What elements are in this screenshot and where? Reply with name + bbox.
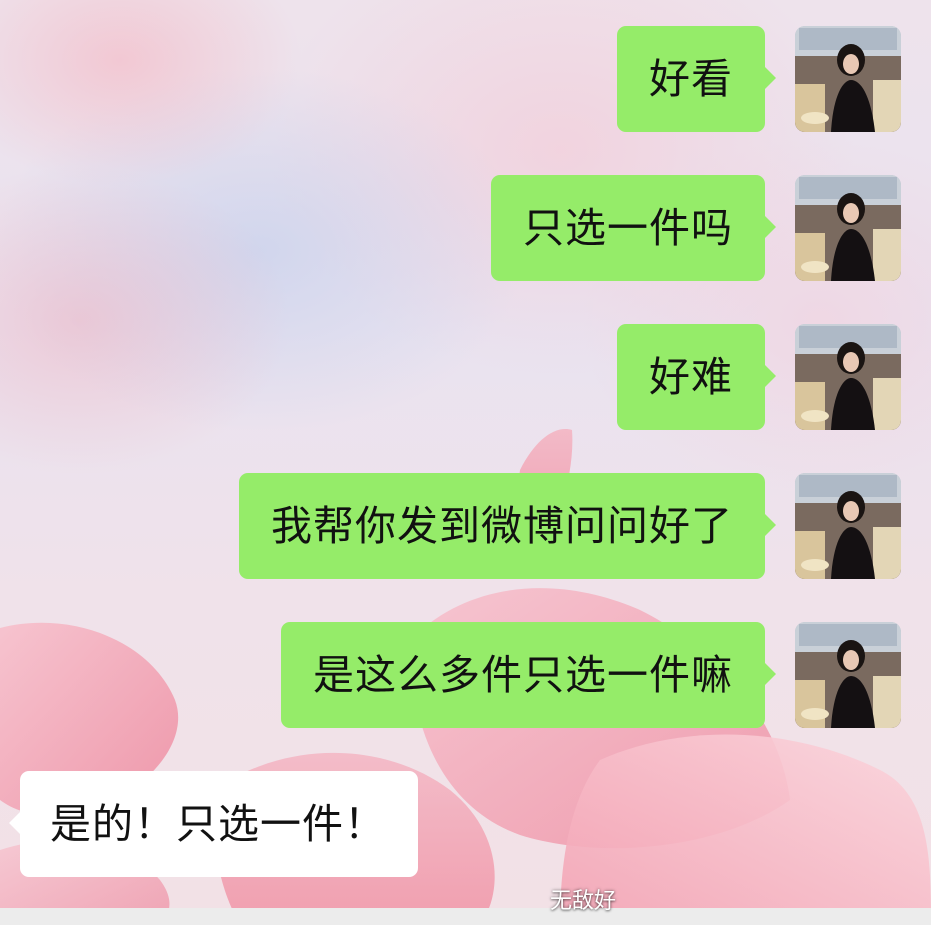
avatar-photo-icon [795,473,901,579]
outgoing-message-bubble[interactable]: 好看 [617,26,776,132]
message-row: 我帮你发到微博问问好了 [0,473,931,579]
sender-avatar[interactable] [795,324,901,430]
message-row: 好看 [0,26,931,132]
avatar-photo-icon [795,175,901,281]
outgoing-message-bubble[interactable]: 我帮你发到微博问问好了 [239,473,776,579]
message-row: 是的！只选一件！ [0,771,931,877]
incoming-message-bubble[interactable]: 是的！只选一件！ [9,771,418,877]
watermark-text: 无敌好 [550,889,617,914]
avatar-photo-icon [795,26,901,132]
message-row: 好难 [0,324,931,430]
sender-avatar[interactable] [795,175,901,281]
message-row: 是这么多件只选一件嘛 [0,622,931,728]
avatar-photo-icon [795,324,901,430]
outgoing-message-bubble[interactable]: 好难 [617,324,776,430]
outgoing-message-bubble[interactable]: 只选一件吗 [491,175,776,281]
sender-avatar[interactable] [795,26,901,132]
sender-avatar[interactable] [795,622,901,728]
avatar-photo-icon [795,622,901,728]
outgoing-message-bubble[interactable]: 是这么多件只选一件嘛 [281,622,776,728]
message-row: 只选一件吗 [0,175,931,281]
sender-avatar[interactable] [795,473,901,579]
chat-area[interactable]: 好看 只选一件吗 好难 我帮你发到微博问问好了 是这么多件只选一件嘛 是的！只选… [0,0,931,925]
bottom-bar [0,908,931,925]
